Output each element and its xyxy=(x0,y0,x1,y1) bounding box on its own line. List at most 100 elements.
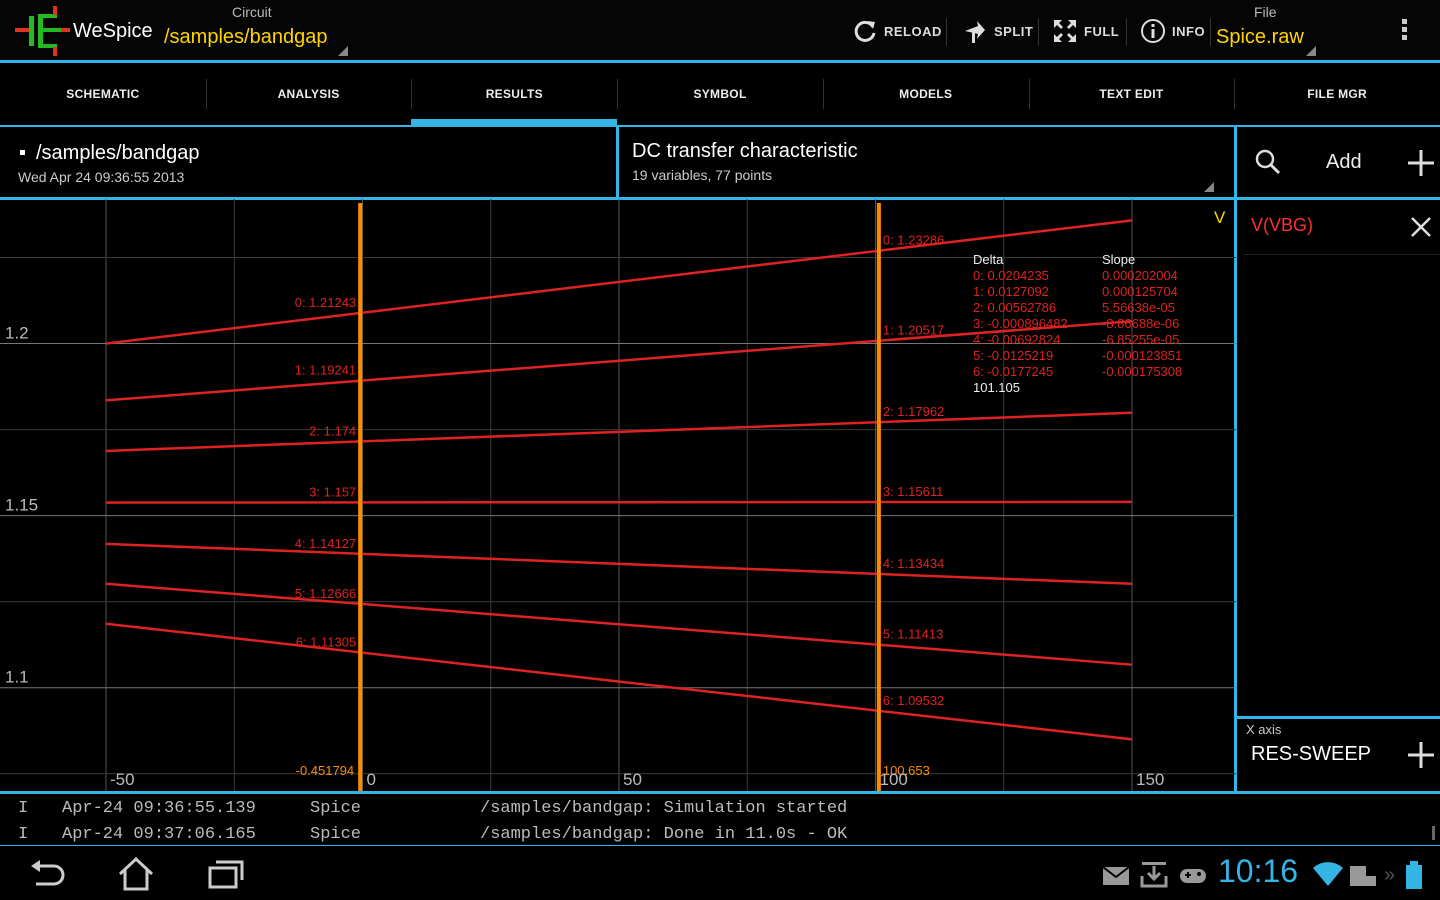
mail-icon xyxy=(1102,866,1130,885)
x-tick-label: 0 xyxy=(367,770,376,789)
y-unit-label: V xyxy=(1214,208,1226,227)
app-title: WeSpice xyxy=(73,20,153,42)
tab-text-edit[interactable]: TEXT EDIT xyxy=(1028,63,1235,125)
action-separator xyxy=(946,18,947,46)
xaxis-selector[interactable]: RES-SWEEP xyxy=(1251,743,1371,766)
cursor-value-label: 1: 1.20517 xyxy=(883,323,944,338)
delta-value: 5: -0.0125219 xyxy=(973,348,1053,363)
wifi-icon xyxy=(1313,862,1343,886)
cursor-line xyxy=(876,203,881,791)
cursor-value-label: 3: 1.157 xyxy=(309,484,356,499)
cursor-value-label: 5: 1.12666 xyxy=(295,586,356,601)
split-button[interactable]: SPLIT xyxy=(962,14,1033,48)
tab-bar-divider xyxy=(0,125,1440,127)
close-icon[interactable] xyxy=(1410,216,1432,238)
y-tick-label: 1.15 xyxy=(5,496,38,515)
panel-divider xyxy=(616,127,619,199)
delta-value: 0: 0.0204235 xyxy=(973,268,1049,283)
file-dropdown-indicator xyxy=(1306,46,1316,56)
cursor-value-label: 4: 1.13434 xyxy=(883,556,944,571)
x-tick-label: 100 xyxy=(880,770,908,789)
log-scrollbar[interactable] xyxy=(1432,826,1435,840)
trace-name[interactable]: V(VBG) xyxy=(1251,215,1313,236)
series-line-3 xyxy=(105,500,1133,504)
sim-icon xyxy=(1350,866,1376,886)
reload-label: RELOAD xyxy=(884,23,942,39)
tab-models[interactable]: MODELS xyxy=(822,63,1029,125)
tab-bar: SCHEMATIC ANALYSIS RESULTS SYMBOL MODELS… xyxy=(0,63,1440,125)
slope-value: -0.000175308 xyxy=(1102,364,1182,379)
slope-value: -6.85255e-05 xyxy=(1102,332,1179,347)
back-icon[interactable] xyxy=(28,858,66,890)
circuit-label: Circuit xyxy=(232,4,272,20)
info-icon xyxy=(1141,19,1165,43)
slope-value: 0.000202004 xyxy=(1102,268,1178,283)
x-tick-label: -50 xyxy=(110,770,135,789)
delta-value: 6: -0.0177245 xyxy=(973,364,1053,379)
action-separator xyxy=(1038,18,1039,46)
cursor-value-label: 6: 1.11305 xyxy=(296,634,356,649)
slope-value: 5.56638e-05 xyxy=(1102,300,1175,315)
cursor-value-label: 0: 1.23286 xyxy=(883,233,944,248)
overflow-menu-button[interactable] xyxy=(1396,16,1412,46)
analysis-selector[interactable]: DC transfer characteristic xyxy=(632,140,858,163)
download-icon xyxy=(1140,862,1168,888)
cursor-x-label: -0.451794 xyxy=(296,763,355,778)
x-tick-label: 50 xyxy=(623,770,642,789)
plot-grid xyxy=(0,199,1236,791)
full-button[interactable]: FULL xyxy=(1052,14,1119,48)
split-icon xyxy=(965,21,985,43)
tab-results[interactable]: RESULTS xyxy=(411,63,617,125)
file-label: File xyxy=(1254,4,1277,20)
slope-value: -0.000123851 xyxy=(1102,348,1182,363)
log-row: I Apr-24 09:37:06.165 Spice /samples/ban… xyxy=(18,825,848,844)
full-label: FULL xyxy=(1084,23,1120,39)
circuit-selector[interactable]: /samples/bandgap xyxy=(164,26,327,49)
recents-icon[interactable] xyxy=(206,858,246,890)
split-label: SPLIT xyxy=(994,23,1034,39)
cursor-value-label: 6: 1.09532 xyxy=(883,693,944,708)
delta-value: 1: 0.0127092 xyxy=(973,284,1049,299)
add-icon[interactable] xyxy=(1406,148,1436,178)
log-row: I Apr-24 09:36:55.139 Spice /samples/ban… xyxy=(18,799,848,818)
cursor-value-label: 4: 1.14127 xyxy=(295,536,356,551)
y-tick-label: 1.1 xyxy=(5,668,29,687)
info-button[interactable]: INFO xyxy=(1140,14,1205,48)
plot-cursors[interactable]: -0.451794 0: 1.21243 1: 1.19241 2: 1.174 3: … xyxy=(295,203,945,791)
slope-header: Slope xyxy=(1102,252,1135,267)
log-divider xyxy=(0,791,1440,794)
cursor-line xyxy=(358,203,363,791)
x-delta-value: 101.105 xyxy=(973,380,1020,395)
y-tick-label: 1.2 xyxy=(5,324,29,343)
delta-header: Delta xyxy=(973,252,1004,267)
analysis-dropdown-indicator xyxy=(1204,182,1214,192)
wespice-logo-icon xyxy=(15,6,70,56)
cursor-value-label: 0: 1.21243 xyxy=(295,295,356,310)
delta-value: 3: -0.000896482 xyxy=(973,316,1068,331)
add-trace-label[interactable]: Add xyxy=(1326,151,1362,174)
delta-value: 4: -0.00692824 xyxy=(973,332,1060,347)
tab-analysis[interactable]: ANALYSIS xyxy=(205,63,412,125)
gamepad-icon xyxy=(1180,869,1206,883)
info-label: INFO xyxy=(1172,23,1206,39)
file-selector[interactable]: Spice.raw xyxy=(1216,26,1304,49)
cursor-value-label: 2: 1.174 xyxy=(309,423,356,438)
tab-file-mgr[interactable]: FILE MGR xyxy=(1234,63,1440,125)
results-date: Wed Apr 24 09:36:55 2013 xyxy=(18,169,185,185)
cursor-value-label: 3: 1.15611 xyxy=(883,484,943,499)
tab-schematic[interactable]: SCHEMATIC xyxy=(0,63,206,125)
action-separator xyxy=(1210,18,1211,46)
action-separator xyxy=(1126,18,1127,46)
home-icon[interactable] xyxy=(116,856,156,892)
search-icon[interactable] xyxy=(1254,148,1282,176)
add-xaxis-icon[interactable] xyxy=(1406,740,1436,770)
circuit-dropdown-indicator xyxy=(338,46,348,56)
cursor-value-label: 2: 1.17962 xyxy=(883,404,944,419)
plot-area[interactable]: -0.451794 0: 1.21243 1: 1.19241 2: 1.174 3: … xyxy=(0,199,1236,791)
reload-button[interactable]: RELOAD xyxy=(852,14,942,48)
bullet-icon xyxy=(20,150,25,155)
delta-table: Delta Slope 0: 0.0204235 0.000202004 1: 0.01… xyxy=(973,252,1182,395)
slope-value: -8.86688e-06 xyxy=(1102,316,1179,331)
tab-symbol[interactable]: SYMBOL xyxy=(617,63,823,125)
chevron-right-icon: » xyxy=(1384,864,1396,886)
